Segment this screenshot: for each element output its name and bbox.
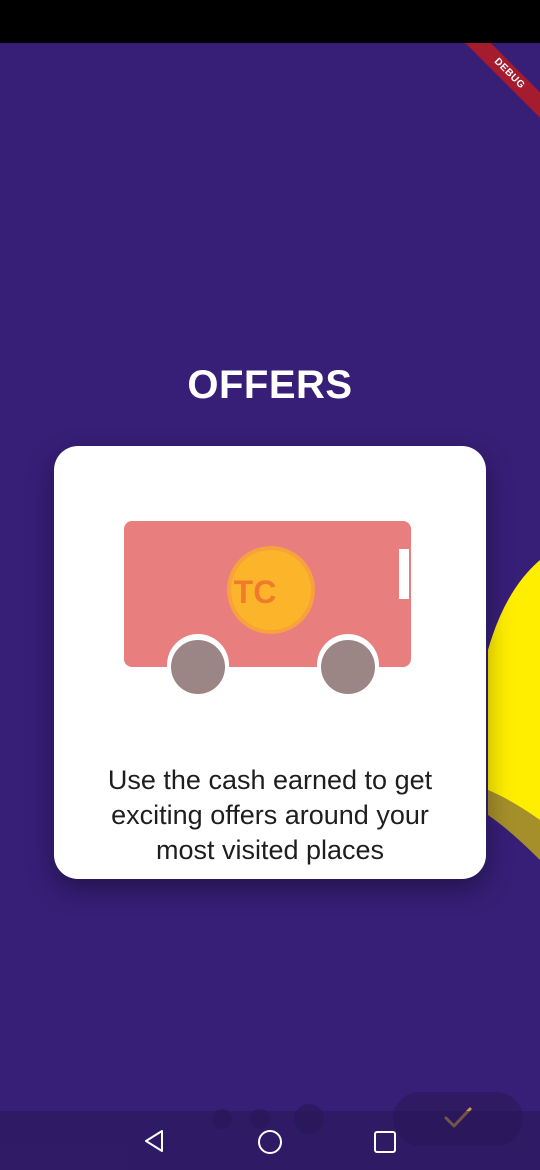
description-line: most visited places xyxy=(155,835,385,865)
description-line: exciting offers around your xyxy=(111,800,429,830)
system-navigation-bar xyxy=(0,1111,540,1170)
front-wheel xyxy=(171,640,225,694)
back-triangle-icon[interactable] xyxy=(142,1129,166,1153)
rear-wheel xyxy=(321,640,375,694)
home-circle-icon[interactable] xyxy=(257,1129,283,1155)
coin-label: TC xyxy=(233,574,277,610)
onboarding-description: Use the cash earned to get exciting offe… xyxy=(70,763,470,868)
description-line: Use the cash earned to get xyxy=(107,765,433,795)
recents-square-icon[interactable] xyxy=(373,1130,397,1154)
truck-window xyxy=(399,549,409,599)
